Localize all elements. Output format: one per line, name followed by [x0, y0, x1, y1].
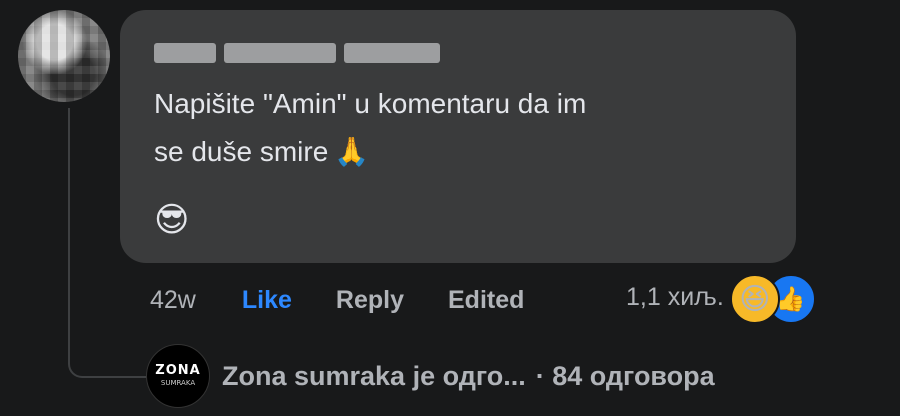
blur-block: [224, 43, 336, 63]
avatar-logo-text: ZONA: [155, 363, 201, 378]
blur-block: [344, 43, 440, 63]
comment-text-line: Napišite "Amin" u komentaru da im: [154, 88, 587, 119]
commenter-avatar[interactable]: [18, 10, 110, 102]
reaction-icons: 😆 👍: [729, 272, 816, 324]
reactions-summary[interactable]: 1,1 хиљ. 😆 👍: [626, 272, 816, 324]
comment-timestamp[interactable]: 42w: [150, 286, 196, 315]
avatar-logo-subtext: SUMRAKA: [160, 379, 196, 387]
reply-count: · 84 одговора: [535, 360, 715, 391]
pixelation-overlay: [18, 10, 110, 102]
comment-text: Napišite "Amin" u komentaru da im se duš…: [154, 80, 754, 176]
reply-button[interactable]: Reply: [336, 286, 404, 315]
edited-label[interactable]: Edited: [448, 286, 524, 315]
folded-hands-emoji-icon: 🙏: [334, 136, 370, 167]
comment-text-line-2: se duše smire: [154, 136, 329, 167]
view-replies-link[interactable]: ZONA SUMRAKA Zona sumraka je одго... · 8…: [146, 344, 715, 408]
comment-text-line: se duše smire 🙏: [154, 128, 754, 176]
reaction-count: 1,1 хиљ.: [626, 282, 724, 311]
blur-block: [154, 43, 216, 63]
like-button[interactable]: Like: [242, 286, 292, 315]
reply-preview: Zona sumraka je одго...: [222, 360, 526, 391]
replier-avatar: ZONA SUMRAKA: [146, 344, 210, 408]
comment-bubble: Napišite "Amin" u komentaru da im se duš…: [120, 10, 796, 263]
sunglasses-emoji-icon: 😎: [154, 201, 190, 239]
author-name-blurred[interactable]: [154, 38, 464, 68]
haha-reaction-icon: 😆: [729, 274, 780, 324]
